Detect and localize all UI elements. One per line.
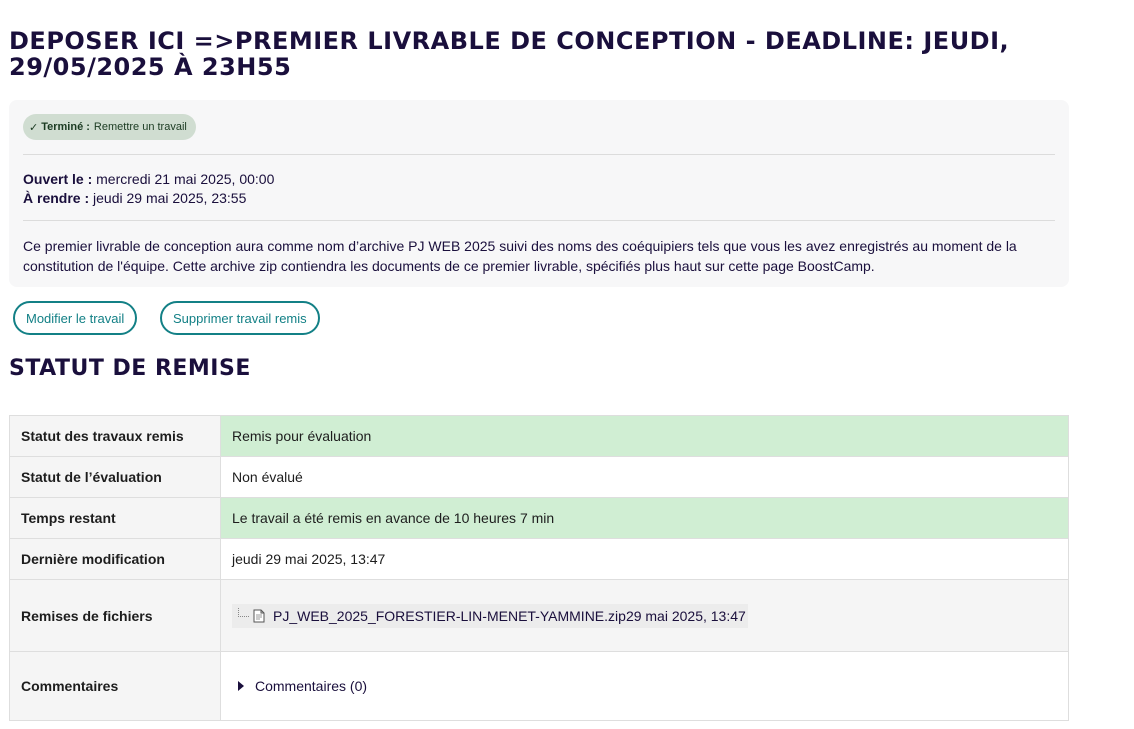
- tree-connector-icon: [238, 608, 249, 617]
- row-label: Statut de l’évaluation: [9, 456, 221, 498]
- caret-right-icon: [238, 681, 244, 691]
- table-row: Dernière modification jeudi 29 mai 2025,…: [9, 538, 1069, 580]
- page-title: DEPOSER ICI =>PREMIER LIVRABLE DE CONCEP…: [9, 27, 1010, 81]
- checkmark-icon: ✓: [29, 121, 39, 134]
- file-submissions-cell: PJ_WEB_2025_FORESTIER-LIN-MENET-YAMMINE.…: [220, 579, 1069, 652]
- row-label: Commentaires: [9, 651, 221, 721]
- time-remaining-value: Le travail a été remis en avance de 10 h…: [220, 497, 1069, 539]
- table-row: Commentaires Commentaires (0): [9, 651, 1069, 721]
- last-modified-value: jeudi 29 mai 2025, 13:47: [220, 538, 1069, 580]
- file-date: 29 mai 2025, 13:47: [625, 607, 746, 624]
- row-label: Temps restant: [9, 497, 221, 539]
- table-row: Remises de fichiers PJ_WEB_2025_FORESTIE…: [9, 579, 1069, 652]
- comments-cell: Commentaires (0): [220, 651, 1069, 721]
- table-row: Temps restant Le travail a été remis en …: [9, 497, 1069, 539]
- assignment-description: Ce premier livrable de conception aura c…: [23, 238, 1017, 274]
- file-link[interactable]: PJ_WEB_2025_FORESTIER-LIN-MENET-YAMMINE.…: [273, 608, 626, 624]
- row-label: Remises de fichiers: [9, 579, 221, 652]
- table-row: Statut des travaux remis Remis pour éval…: [9, 415, 1069, 457]
- file-entry: PJ_WEB_2025_FORESTIER-LIN-MENET-YAMMINE.…: [232, 603, 748, 628]
- opened-label: Ouvert le :: [23, 171, 93, 187]
- comments-toggle[interactable]: Commentaires (0): [232, 678, 367, 694]
- delete-submission-button[interactable]: Supprimer travail remis: [160, 301, 320, 335]
- opened-date: Ouvert le : mercredi 21 mai 2025, 00:00: [23, 170, 274, 189]
- table-row: Statut de l’évaluation Non évalué: [9, 456, 1069, 498]
- activity-dates: Ouvert le : mercredi 21 mai 2025, 00:00 …: [23, 170, 274, 208]
- completion-status-label: Terminé :: [41, 121, 90, 133]
- completion-badge: ✓ Terminé : Remettre un travail: [23, 114, 196, 140]
- document-icon: [253, 609, 265, 622]
- due-label: À rendre :: [23, 190, 90, 206]
- completion-status-text: Remettre un travail: [93, 121, 187, 133]
- submission-status-heading: STATUT DE REMISE: [9, 356, 251, 381]
- opened-value: mercredi 21 mai 2025, 00:00: [96, 171, 275, 187]
- submission-status-value: Remis pour évaluation: [220, 415, 1069, 457]
- submission-status-table: Statut des travaux remis Remis pour éval…: [9, 415, 1069, 721]
- row-label: Statut des travaux remis: [9, 415, 221, 457]
- due-value: jeudi 29 mai 2025, 23:55: [93, 190, 247, 206]
- grading-status-value: Non évalué: [220, 456, 1069, 498]
- edit-submission-button[interactable]: Modifier le travail: [13, 301, 138, 335]
- divider: [23, 220, 1055, 221]
- divider: [23, 154, 1055, 155]
- comments-label: Commentaires (0): [255, 678, 368, 694]
- row-label: Dernière modification: [9, 538, 221, 580]
- activity-info-box: ✓ Terminé : Remettre un travail Ouvert l…: [9, 100, 1069, 287]
- due-date: À rendre : jeudi 29 mai 2025, 23:55: [23, 189, 274, 208]
